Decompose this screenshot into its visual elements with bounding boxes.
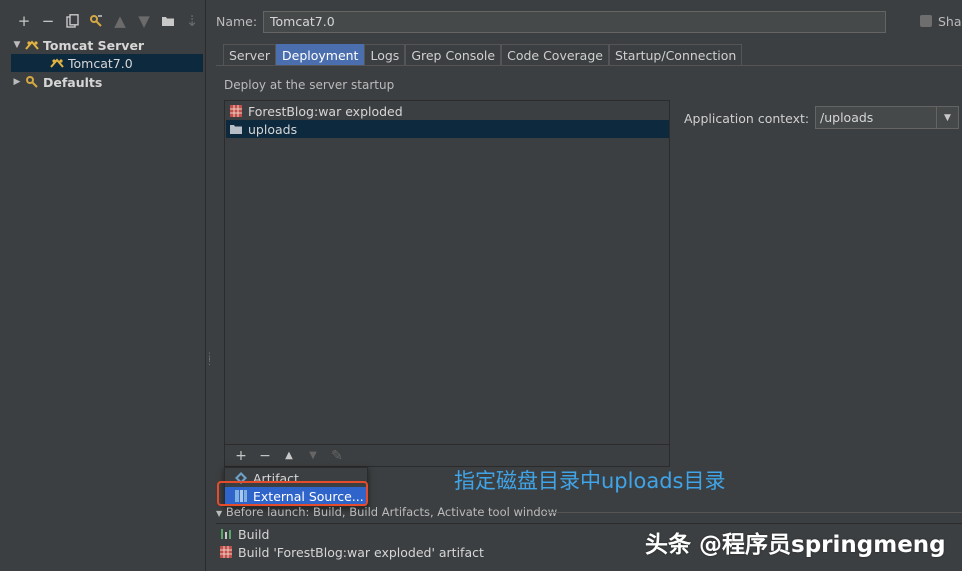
move-up-icon[interactable]: ▲ [108,10,132,32]
tomcat-icon [24,38,40,52]
deployment-item-label: ForestBlog:war exploded [248,103,403,119]
launch-item-build-artifact[interactable]: Build 'ForestBlog:war exploded' artifact [218,543,484,561]
tomcat-icon [49,56,65,70]
tab-deployment[interactable]: Deployment [276,44,365,65]
highlight-box [217,481,368,506]
tree-item-defaults[interactable]: ▶ Defaults [10,73,204,91]
defaults-icon [24,75,40,89]
edit-defaults-icon[interactable] [84,10,108,32]
add-icon[interactable]: + [229,446,253,466]
watermark-text: 头条 @程序员springmeng [645,532,946,558]
tree-item-label: Defaults [43,74,103,90]
before-launch-label: Before launch: Build, Build Artifacts, A… [225,505,558,519]
launch-item-label: Build 'ForestBlog:war exploded' artifact [238,544,484,560]
tab-code-coverage[interactable]: Code Coverage [501,44,609,65]
annotation-text: 指定磁盘目录中uploads目录 [454,469,726,493]
tree-item-label: Tomcat7.0 [68,55,133,71]
move-up-icon[interactable]: ▲ [277,446,301,466]
remove-icon[interactable]: − [253,446,277,466]
tree-item-tomcat7[interactable]: Tomcat7.0 [11,54,203,72]
move-down-icon[interactable]: ▼ [301,446,325,466]
artifact-icon [228,104,244,118]
collapse-arrow-icon[interactable]: ▼ [216,509,222,518]
artifact-icon [218,545,234,559]
tab-server[interactable]: Server [223,44,276,65]
config-tabs: Server Deployment Logs Grep Console Code… [223,44,743,66]
collapse-arrow-icon[interactable]: ▶ [10,77,24,87]
application-context-select[interactable]: /uploads ▼ [815,106,959,129]
tab-startup-connection[interactable]: Startup/Connection [608,44,743,65]
deployment-list: ForestBlog:war exploded uploads [224,100,670,467]
copy-icon[interactable] [60,10,84,32]
launch-item-label: Build [238,526,270,542]
build-icon [218,527,234,541]
tab-logs[interactable]: Logs [364,44,406,65]
folder-icon[interactable] [156,10,180,32]
expand-arrow-icon[interactable]: ▼ [10,40,24,50]
deployment-item-label: uploads [248,121,298,137]
tree-item-label: Tomcat Server [43,37,145,53]
chevron-down-icon[interactable]: ▼ [936,107,958,128]
sort-icon[interactable]: ⇣ [180,10,204,32]
deployment-item-forestblog[interactable]: ForestBlog:war exploded [226,102,669,120]
launch-item-build[interactable]: Build [218,525,269,543]
tree-item-tomcat-server[interactable]: ▼ Tomcat Server [10,36,204,54]
move-down-icon[interactable]: ▼ [132,10,156,32]
tab-grep-console[interactable]: Grep Console [405,44,502,65]
edit-icon[interactable]: ✎ [325,446,349,466]
folder-icon [228,122,244,136]
application-context-value[interactable]: /uploads [816,107,936,128]
before-launch-divider [546,512,962,513]
share-checkbox[interactable] [920,15,932,27]
remove-icon[interactable]: − [36,10,60,32]
share-label: Sha [938,14,962,29]
run-config-tree-panel: + − ▲ ▼ ⇣ ▼ Tomcat Server Tomcat7.0 ▶ De… [0,0,206,571]
name-input[interactable]: Tomcat7.0 [263,11,886,33]
deployment-list-toolbar: + − ▲ ▼ ✎ [225,444,669,466]
tree-toolbar: + − ▲ ▼ ⇣ [0,10,206,32]
application-context-label: Application context: [684,111,810,126]
splitter-handle[interactable]: ⋮ ⋮ [205,353,214,369]
deployment-item-uploads[interactable]: uploads [226,120,669,138]
add-icon[interactable]: + [12,10,36,32]
name-label: Name: [216,14,258,29]
before-launch-title[interactable]: ▼ Before launch: Build, Build Artifacts,… [216,505,557,519]
deploy-section-title: Deploy at the server startup [224,78,395,92]
tab-divider [216,65,962,66]
